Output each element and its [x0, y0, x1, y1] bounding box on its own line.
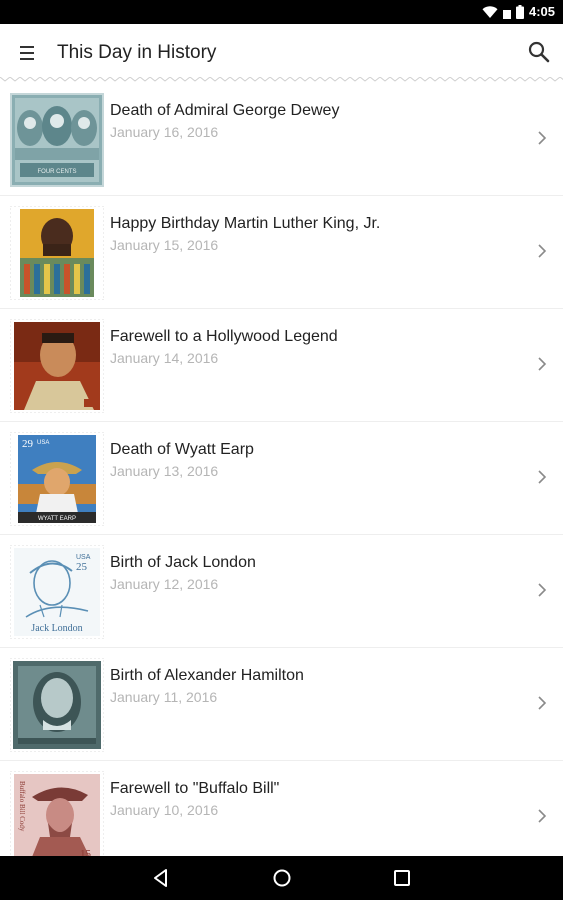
- alexander-hamilton-stamp: [10, 658, 104, 752]
- item-date: January 12, 2016: [110, 576, 219, 592]
- wyatt-earp-stamp: 29 USA WYATT EARP: [10, 432, 104, 526]
- item-date: January 13, 2016: [110, 463, 219, 479]
- list-item[interactable]: Happy Birthday Martin Luther King, Jr. J…: [0, 196, 563, 309]
- battery-icon: [515, 5, 524, 19]
- chevron-right-icon: [538, 470, 547, 484]
- navigation-bar: [0, 856, 563, 900]
- admiral-dewey-stamp: FOUR CENTS: [10, 93, 104, 187]
- stamp-value: 29: [22, 438, 34, 450]
- chevron-right-icon: [538, 357, 547, 371]
- stamp-name: WYATT EARP: [38, 516, 76, 522]
- item-date: January 14, 2016: [110, 350, 219, 366]
- page-title: This Day in History: [57, 42, 217, 63]
- hollywood-legend-stamp: [10, 319, 104, 413]
- chevron-right-icon: [538, 131, 547, 145]
- menu-icon[interactable]: [14, 40, 40, 66]
- stamp-name: Jack London: [31, 623, 82, 634]
- status-icons: 4:05: [482, 3, 555, 21]
- item-title: Birth of Alexander Hamilton: [110, 667, 304, 684]
- wifi-icon: [482, 6, 498, 18]
- home-icon[interactable]: [270, 866, 294, 890]
- stamp-value: 15: [80, 848, 92, 856]
- stamp-country: USA: [37, 440, 49, 446]
- history-list: FOUR CENTS Death of Admiral George Dewey…: [0, 83, 563, 856]
- item-title: Farewell to a Hollywood Legend: [110, 328, 338, 345]
- mlk-stamp: [10, 206, 104, 300]
- app-bar: This Day in History: [0, 24, 563, 80]
- search-icon[interactable]: [525, 38, 553, 66]
- signal-icon: [502, 10, 511, 19]
- stamp-value: 25: [76, 561, 88, 573]
- stamp-name: Buffalo Bill Cody: [18, 781, 26, 832]
- item-title: Death of Admiral George Dewey: [110, 102, 340, 119]
- item-date: January 10, 2016: [110, 802, 219, 818]
- item-title: Birth of Jack London: [110, 554, 256, 571]
- list-item[interactable]: Birth of Alexander Hamilton January 11, …: [0, 648, 563, 761]
- back-icon[interactable]: [149, 866, 173, 890]
- recents-icon[interactable]: [390, 866, 414, 890]
- item-title: Death of Wyatt Earp: [110, 441, 254, 458]
- item-title: Happy Birthday Martin Luther King, Jr.: [110, 215, 381, 232]
- buffalo-bill-stamp: Buffalo Bill Cody 15: [10, 771, 104, 856]
- stamp-country: USA: [76, 554, 91, 561]
- list-item[interactable]: FOUR CENTS Death of Admiral George Dewey…: [0, 83, 563, 196]
- chevron-right-icon: [538, 809, 547, 823]
- item-title: Farewell to "Buffalo Bill": [110, 780, 280, 797]
- jack-london-stamp: USA 25 Jack London: [10, 545, 104, 639]
- list-item[interactable]: USA 25 Jack London Birth of Jack London …: [0, 535, 563, 648]
- item-date: January 15, 2016: [110, 237, 219, 253]
- list-item[interactable]: 29 USA WYATT EARP Death of Wyatt Earp Ja…: [0, 422, 563, 535]
- status-bar: 4:05: [0, 0, 563, 24]
- list-item[interactable]: Buffalo Bill Cody 15 Farewell to "Buffal…: [0, 761, 563, 856]
- item-date: January 16, 2016: [110, 124, 219, 140]
- chevron-right-icon: [538, 244, 547, 258]
- item-date: January 11, 2016: [110, 689, 218, 705]
- status-time: 4:05: [528, 4, 555, 19]
- list-item[interactable]: Farewell to a Hollywood Legend January 1…: [0, 309, 563, 422]
- stamp-caption: FOUR CENTS: [38, 169, 77, 175]
- chevron-right-icon: [538, 696, 547, 710]
- chevron-right-icon: [538, 583, 547, 597]
